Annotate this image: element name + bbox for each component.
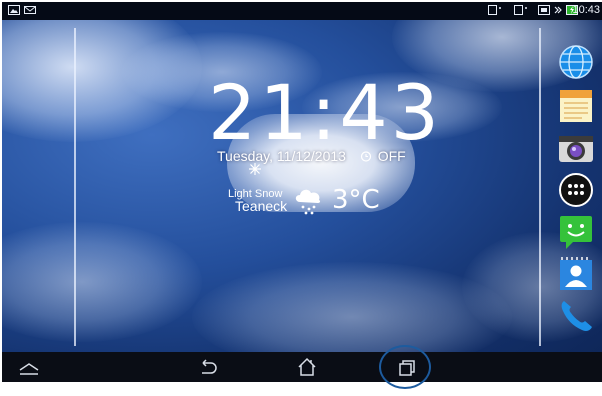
sd-card-icon bbox=[488, 5, 501, 15]
weather-temperature[interactable]: 3°C bbox=[332, 185, 380, 215]
collapse-icon[interactable] bbox=[16, 354, 42, 380]
home-icon[interactable] bbox=[294, 354, 320, 380]
snowflake-decoration-icon bbox=[249, 163, 261, 175]
all-apps-icon[interactable] bbox=[558, 172, 594, 208]
home-screen: 10:43 21:43 Tuesday, 11/12/2013 OFF Ligh… bbox=[2, 2, 602, 382]
contacts-app-icon[interactable] bbox=[558, 256, 594, 292]
browser-app-icon[interactable] bbox=[558, 44, 594, 80]
alarm-status: OFF bbox=[377, 148, 406, 164]
download-icon bbox=[514, 5, 527, 15]
back-icon[interactable] bbox=[194, 354, 220, 380]
page-edge-right bbox=[539, 28, 541, 346]
snow-cloud-icon bbox=[295, 189, 321, 215]
screenshot-icon bbox=[538, 5, 550, 15]
status-bar: 10:43 bbox=[2, 2, 602, 20]
clock-time[interactable]: 21:43 bbox=[208, 74, 442, 152]
clock-date: Tuesday, 11/12/2013 bbox=[217, 148, 346, 164]
weather-city: Teaneck bbox=[235, 198, 288, 214]
page-edge-left bbox=[74, 28, 76, 346]
date-row[interactable]: Tuesday, 11/12/2013 OFF bbox=[217, 148, 406, 164]
camera-app-icon[interactable] bbox=[558, 130, 594, 166]
messaging-app-icon[interactable] bbox=[558, 214, 594, 250]
recent-apps-highlight bbox=[379, 345, 431, 389]
navigation-bar bbox=[2, 352, 602, 382]
wallpaper-cloud bbox=[2, 222, 202, 342]
wifi-icon bbox=[554, 6, 562, 14]
phone-app-icon[interactable] bbox=[558, 298, 594, 334]
mail-notification-icon bbox=[24, 6, 36, 14]
gallery-notification-icon bbox=[8, 5, 20, 15]
alarm-clock-icon bbox=[360, 151, 371, 162]
notes-app-icon[interactable] bbox=[558, 88, 594, 124]
status-time: 10:43 bbox=[572, 4, 600, 16]
